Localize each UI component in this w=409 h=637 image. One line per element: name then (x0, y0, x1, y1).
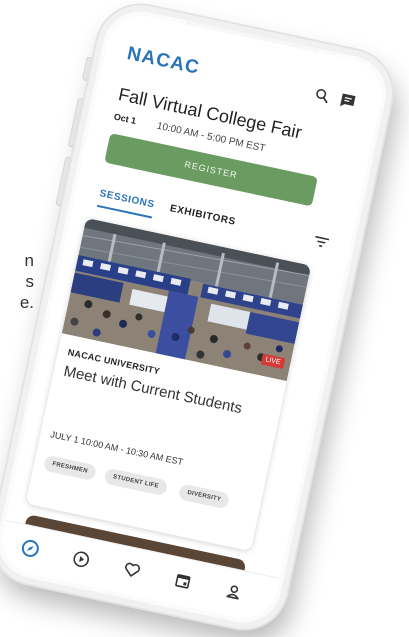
compass-icon[interactable] (18, 537, 42, 561)
chat-icon[interactable] (338, 92, 357, 115)
tag-chip[interactable]: DIVERSITY (177, 483, 231, 510)
app-logo[interactable]: NACAC (125, 43, 201, 80)
session-title[interactable]: Meet with Current Students (62, 363, 261, 422)
profile-icon[interactable] (222, 580, 246, 604)
event-date: Oct 1 (112, 111, 138, 126)
search-icon[interactable] (313, 87, 331, 108)
tab-exhibitors[interactable]: EXHIBITORS (168, 203, 237, 234)
background-text-line: e. (19, 293, 34, 312)
phone-frame: NACAC Fall Virtual College Fair Oct 1 10… (0, 0, 401, 637)
app-screen: NACAC Fall Virtual College Fair Oct 1 10… (0, 9, 389, 625)
background-text: n s e. (0, 250, 34, 313)
tag-chip[interactable]: FRESHMEN (42, 454, 98, 482)
tab-sessions[interactable]: SESSIONS (96, 188, 156, 219)
play-icon[interactable] (69, 547, 93, 571)
tag-chip[interactable]: STUDENT LIFE (103, 467, 169, 497)
filter-icon[interactable] (312, 234, 330, 255)
background-text-line: s (25, 272, 35, 291)
calendar-icon[interactable] (171, 569, 195, 593)
session-card[interactable]: LIVE NACAC UNIVERSITY Meet with Current … (25, 217, 312, 552)
heart-icon[interactable] (120, 558, 144, 582)
phone-mockup: NACAC Fall Virtual College Fair Oct 1 10… (0, 0, 401, 637)
background-text-line: n (24, 251, 34, 270)
